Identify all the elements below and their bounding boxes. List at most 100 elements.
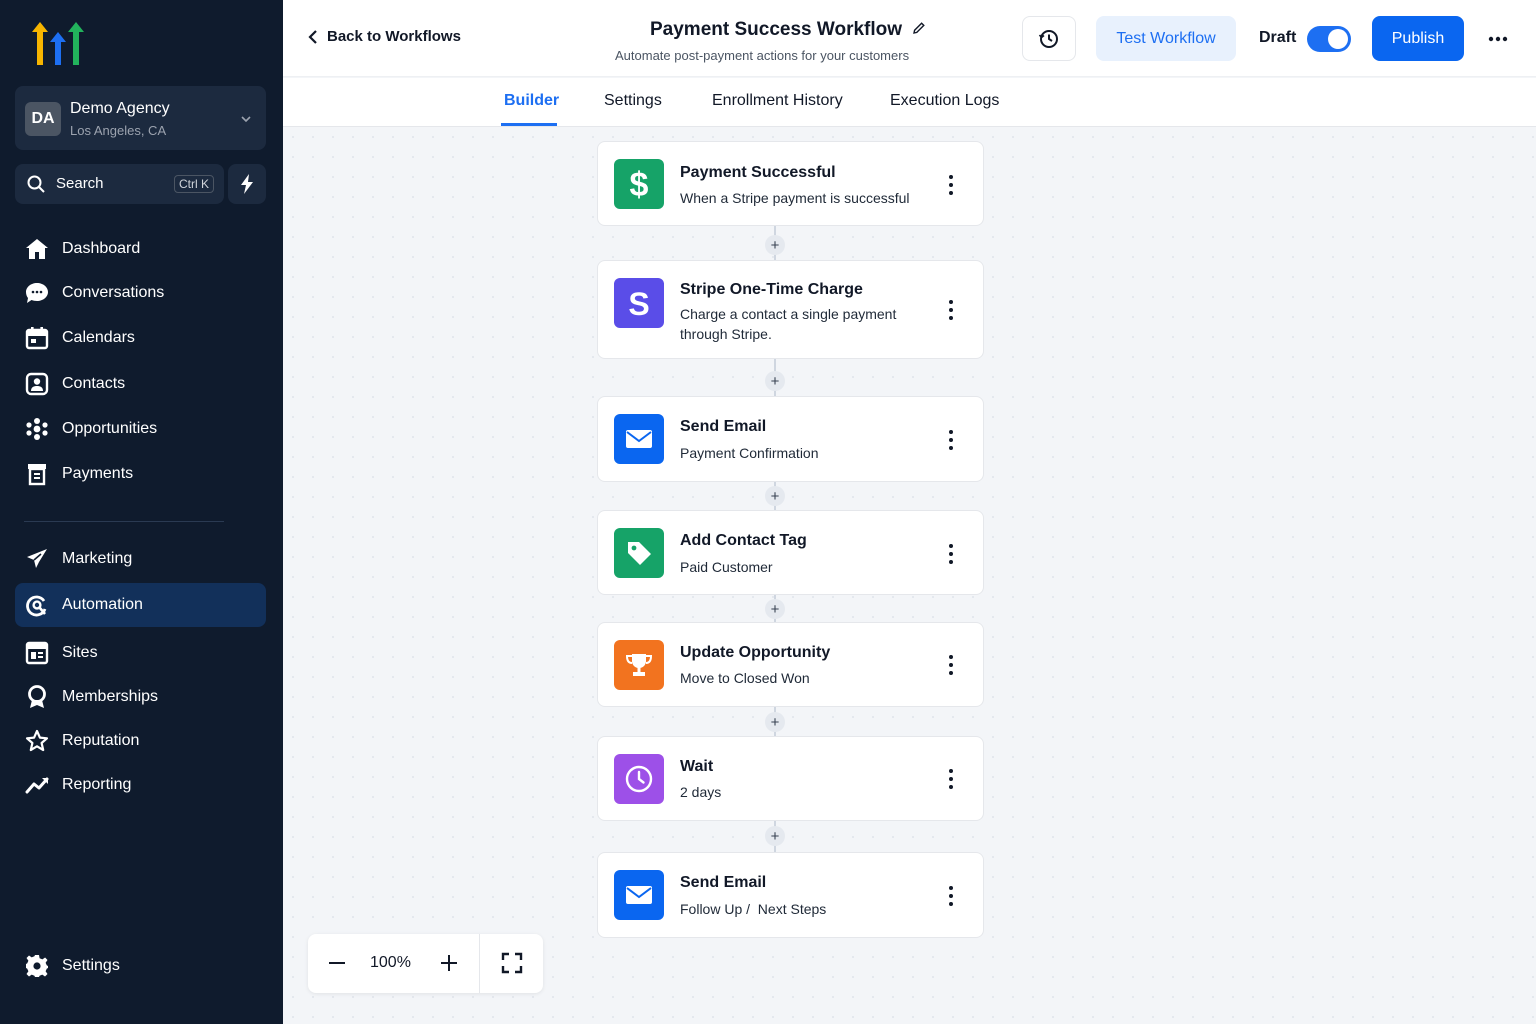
workflow-tabs: Builder Settings Enrollment History Exec… bbox=[283, 78, 1536, 127]
draft-toggle[interactable] bbox=[1307, 26, 1351, 52]
back-to-workflows-link[interactable]: Back to Workflows bbox=[308, 28, 461, 45]
workflow-subtitle: Automate post-payment actions for your c… bbox=[615, 48, 910, 63]
workflow-step-wait[interactable]: Wait 2 days bbox=[597, 736, 984, 821]
workflow-step-stripe-charge[interactable]: S Stripe One-Time Charge Charge a contac… bbox=[597, 260, 984, 359]
sidebar-item-calendars[interactable]: Calendars bbox=[15, 316, 266, 360]
step-title: Payment Successful bbox=[680, 164, 836, 181]
search-button[interactable]: Search Ctrl K bbox=[15, 164, 224, 204]
add-step-button[interactable]: + bbox=[765, 826, 785, 846]
step-title: Update Opportunity bbox=[680, 644, 831, 661]
active-tab-indicator bbox=[501, 123, 557, 126]
sidebar-item-label: Settings bbox=[62, 957, 120, 974]
add-step-button[interactable]: + bbox=[765, 599, 785, 619]
step-title: Wait bbox=[680, 758, 714, 775]
sidebar-item-label: Calendars bbox=[62, 329, 135, 346]
sidebar-item-settings[interactable]: Settings bbox=[15, 944, 266, 988]
sidebar-item-contacts[interactable]: Contacts bbox=[15, 362, 266, 406]
opportunities-icon bbox=[25, 417, 49, 441]
step-menu-button[interactable] bbox=[941, 883, 961, 909]
zoom-in-button[interactable] bbox=[436, 950, 462, 976]
search-icon bbox=[27, 175, 45, 198]
contact-icon bbox=[25, 372, 49, 396]
calendar-icon bbox=[25, 326, 49, 350]
sidebar-item-conversations[interactable]: Conversations bbox=[15, 271, 266, 315]
minus-icon bbox=[329, 962, 345, 964]
sidebar-item-label: Opportunities bbox=[62, 420, 158, 437]
add-step-button[interactable]: + bbox=[765, 712, 785, 732]
sidebar-item-label: Memberships bbox=[62, 688, 159, 705]
workflow-step-send-email[interactable]: Send Email Payment Confirmation bbox=[597, 396, 984, 482]
step-menu-button[interactable] bbox=[941, 766, 961, 792]
quick-actions-button[interactable] bbox=[228, 164, 266, 204]
sidebar-item-opportunities[interactable]: Opportunities bbox=[15, 407, 266, 451]
sidebar-item-label: Reporting bbox=[62, 776, 132, 793]
zoom-level: 100% bbox=[370, 954, 411, 971]
bolt-icon bbox=[241, 174, 253, 194]
more-options-button[interactable] bbox=[1480, 26, 1516, 52]
tab-execution-logs[interactable]: Execution Logs bbox=[890, 92, 999, 110]
back-label: Back to Workflows bbox=[327, 28, 461, 45]
step-menu-button[interactable] bbox=[941, 297, 961, 323]
workflow-step-trigger[interactable]: $ Payment Successful When a Stripe payme… bbox=[597, 141, 984, 226]
account-location: Los Angeles, CA bbox=[70, 123, 167, 138]
sidebar-item-reputation[interactable]: Reputation bbox=[15, 719, 266, 763]
add-step-button[interactable]: + bbox=[765, 486, 785, 506]
sidebar-item-label: Dashboard bbox=[62, 240, 141, 257]
sidebar-item-label: Contacts bbox=[62, 375, 126, 392]
sidebar-item-marketing[interactable]: Marketing bbox=[15, 537, 266, 581]
stripe-icon: S bbox=[614, 278, 664, 328]
step-description: Move to Closed Won bbox=[680, 670, 810, 686]
sidebar-divider bbox=[24, 521, 224, 522]
avatar: DA bbox=[25, 102, 61, 136]
receipt-icon bbox=[25, 462, 49, 486]
step-menu-button[interactable] bbox=[941, 541, 961, 567]
sidebar-item-dashboard[interactable]: Dashboard bbox=[15, 227, 266, 271]
svg-text:S: S bbox=[628, 286, 649, 321]
sidebar-item-automation[interactable]: Automation bbox=[15, 583, 266, 627]
svg-text:$: $ bbox=[630, 166, 649, 202]
more-vertical-icon bbox=[949, 430, 953, 450]
sidebar-item-label: Sites bbox=[62, 644, 98, 661]
sidebar: DA Demo Agency Los Angeles, CA Search Ct… bbox=[0, 0, 283, 1024]
dollar-icon: $ bbox=[614, 159, 664, 209]
step-title: Add Contact Tag bbox=[680, 532, 807, 549]
step-description: Charge a contact a single payment throug… bbox=[680, 306, 897, 342]
workflow-step-add-tag[interactable]: Add Contact Tag Paid Customer bbox=[597, 510, 984, 595]
more-vertical-icon bbox=[949, 769, 953, 789]
tab-settings[interactable]: Settings bbox=[604, 92, 662, 110]
zoom-out-button[interactable] bbox=[324, 950, 350, 976]
version-history-button[interactable] bbox=[1022, 16, 1076, 61]
add-step-button[interactable]: + bbox=[765, 371, 785, 391]
sidebar-item-sites[interactable]: Sites bbox=[15, 631, 266, 675]
sidebar-item-reporting[interactable]: Reporting bbox=[15, 763, 266, 807]
account-name: Demo Agency bbox=[70, 100, 170, 117]
test-workflow-button[interactable]: Test Workflow bbox=[1096, 16, 1236, 61]
home-icon bbox=[25, 237, 49, 261]
tab-builder[interactable]: Builder bbox=[504, 92, 559, 110]
tab-enrollment-history[interactable]: Enrollment History bbox=[712, 92, 843, 110]
more-vertical-icon bbox=[949, 544, 953, 564]
fit-to-screen-button[interactable] bbox=[499, 950, 525, 976]
trophy-icon bbox=[614, 640, 664, 690]
brand-logo[interactable] bbox=[30, 18, 90, 68]
step-description: 2 days bbox=[680, 784, 722, 800]
more-vertical-icon bbox=[949, 300, 953, 320]
publish-button[interactable]: Publish bbox=[1372, 16, 1464, 61]
step-menu-button[interactable] bbox=[941, 427, 961, 453]
search-shortcut: Ctrl K bbox=[174, 175, 214, 193]
gear-icon bbox=[25, 954, 49, 978]
sidebar-item-memberships[interactable]: Memberships bbox=[15, 675, 266, 719]
workflow-step-send-email[interactable]: Send Email Follow Up / Next Steps bbox=[597, 852, 984, 938]
more-horizontal-icon bbox=[1488, 36, 1508, 42]
zoom-divider bbox=[479, 934, 480, 993]
step-menu-button[interactable] bbox=[941, 172, 961, 198]
step-description: When a Stripe payment is successful bbox=[680, 190, 910, 206]
edit-title-icon[interactable] bbox=[912, 19, 926, 41]
sidebar-item-payments[interactable]: Payments bbox=[15, 452, 266, 496]
sidebar-item-label: Conversations bbox=[62, 284, 165, 301]
account-switcher[interactable]: DA Demo Agency Los Angeles, CA bbox=[15, 86, 266, 150]
step-menu-button[interactable] bbox=[941, 652, 961, 678]
add-step-button[interactable]: + bbox=[765, 235, 785, 255]
badge-icon bbox=[25, 685, 49, 709]
workflow-step-update-opportunity[interactable]: Update Opportunity Move to Closed Won bbox=[597, 622, 984, 707]
